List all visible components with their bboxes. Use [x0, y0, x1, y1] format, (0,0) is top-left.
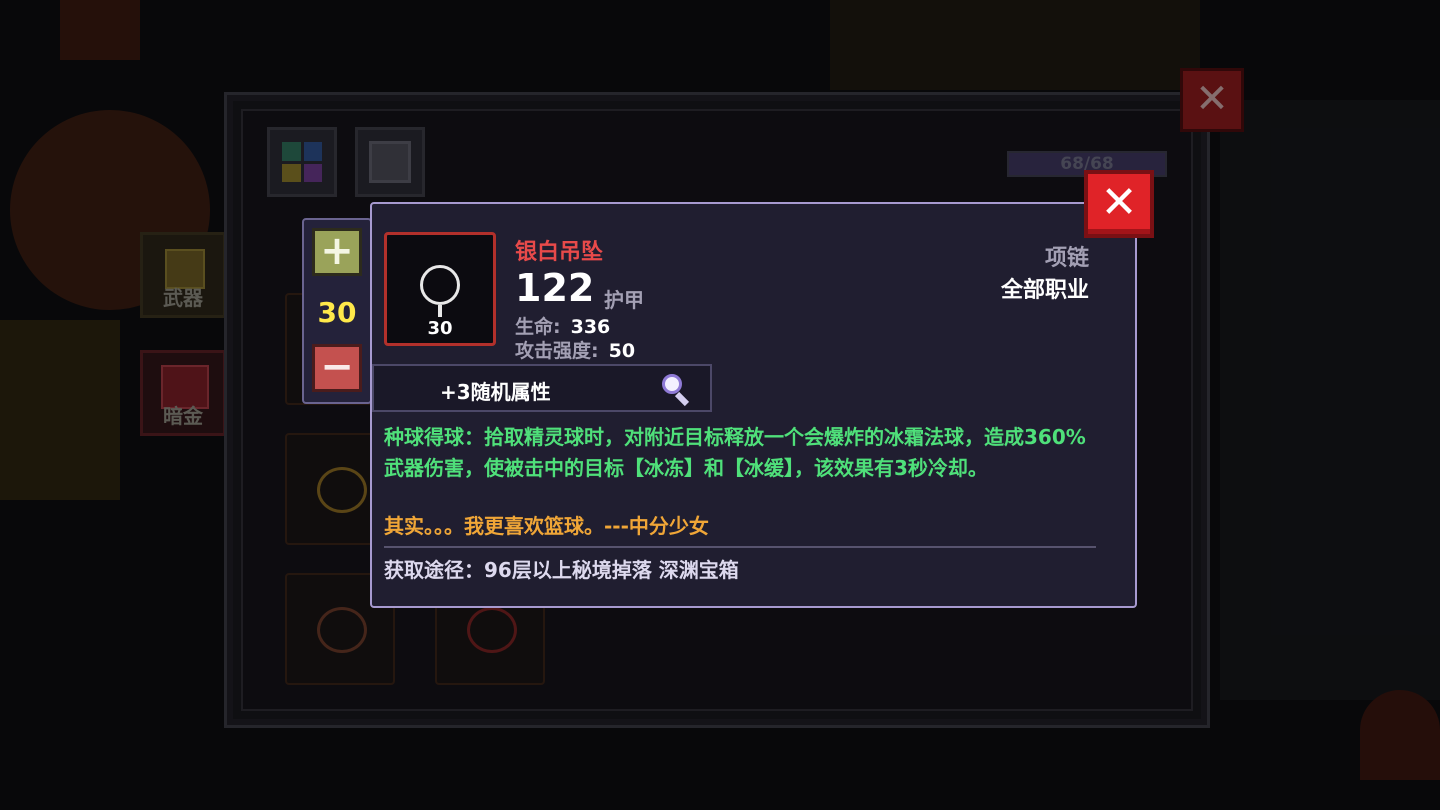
stat-value: 50	[608, 340, 636, 362]
necklace-icon	[317, 467, 367, 513]
item-source: 获取途径：96层以上秘境掉落 深渊宝箱	[384, 558, 739, 582]
background-right-wall	[1220, 100, 1440, 700]
armor-label: 护甲	[604, 288, 644, 312]
random-attributes-text: +3随机属性	[440, 380, 551, 404]
background-torch	[60, 0, 140, 60]
spiked-necklace-icon	[467, 607, 517, 653]
stat-label: 攻击强度:	[515, 340, 599, 362]
pendant-icon	[420, 265, 460, 305]
divider	[384, 546, 1096, 548]
item-effect-description: 种球得球：拾取精灵球时，对附近目标释放一个会爆炸的冰霜法球，造成360%武器伤害…	[384, 425, 1086, 480]
item-slot-type: 项链	[1044, 246, 1089, 271]
stat-label: 生命:	[515, 316, 561, 338]
quantity-stepper: + 30 −	[302, 218, 372, 404]
plus-icon: +	[320, 228, 354, 274]
beads-necklace-icon	[317, 607, 367, 653]
minus-icon: −	[320, 344, 354, 390]
armor-tab-button[interactable]	[355, 127, 425, 197]
tooltip-close-button[interactable]: ✕	[1084, 170, 1154, 238]
weapon-tab-button[interactable]: 武器	[140, 232, 226, 318]
bag-tab-icon	[282, 142, 322, 182]
inventory-close-button[interactable]: ✕	[1180, 68, 1244, 132]
bag-tab-button[interactable]	[267, 127, 337, 197]
pendant-icon-stem	[438, 305, 442, 317]
close-icon: ✕	[1100, 177, 1138, 228]
background-top-structure	[830, 0, 1200, 90]
stat-attack-power: 攻击强度: 50	[515, 336, 635, 363]
random-attributes-bar[interactable]: +3随机属性	[372, 364, 712, 412]
armor-tab-icon	[369, 141, 411, 183]
class-requirement: 全部职业	[1000, 278, 1089, 303]
item-level: 30	[427, 318, 453, 339]
item-flavor-text: 其实。。。我更喜欢篮球。---中分少女	[384, 514, 709, 538]
item-tooltip: 30 银白吊坠 122 护甲 生命: 336 攻击强度: 50 项链 全部职业 +3…	[370, 202, 1137, 608]
dark-gold-tab-label: 暗金	[163, 404, 203, 428]
armor-value: 122	[515, 266, 595, 310]
quantity-value: 30	[317, 296, 357, 329]
background-emblem	[1360, 690, 1440, 780]
close-icon: ✕	[1195, 76, 1229, 122]
stat-value: 336	[570, 316, 611, 338]
weapon-tab-label: 武器	[163, 286, 203, 310]
dark-gold-tab-button[interactable]: 暗金	[140, 350, 226, 436]
item-icon-box: 30	[384, 232, 496, 346]
stat-health: 生命: 336	[515, 312, 610, 339]
background-chest	[0, 320, 120, 500]
decrease-quantity-button[interactable]: −	[312, 344, 362, 392]
magnifier-icon[interactable]	[660, 372, 694, 407]
item-name: 银白吊坠	[515, 240, 604, 265]
increase-quantity-button[interactable]: +	[312, 228, 362, 276]
